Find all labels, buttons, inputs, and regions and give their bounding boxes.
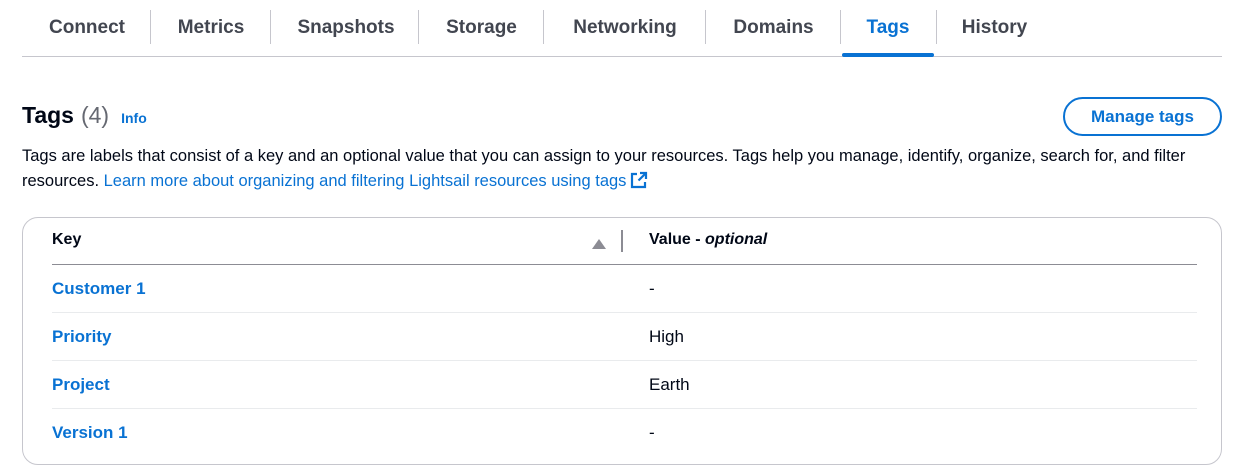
tab-domains[interactable]: Domains xyxy=(711,0,836,56)
table-row: Version 1 - xyxy=(52,409,1197,457)
column-header-value: Value - optional xyxy=(649,231,767,249)
tab-divider xyxy=(936,10,937,44)
tab-metrics[interactable]: Metrics xyxy=(156,0,266,56)
tab-tags[interactable]: Tags xyxy=(842,0,934,57)
tab-storage[interactable]: Storage xyxy=(424,0,539,56)
info-link[interactable]: Info xyxy=(121,110,147,126)
column-resizer[interactable] xyxy=(621,230,623,252)
tag-value: - xyxy=(649,423,655,442)
tag-key-link[interactable]: Project xyxy=(52,375,110,395)
tab-connect[interactable]: Connect xyxy=(27,0,147,56)
column-header-value-optional: optional xyxy=(705,231,768,248)
column-header-value-label: Value - xyxy=(649,231,706,248)
tag-key-link[interactable]: Version 1 xyxy=(52,423,128,443)
tab-divider xyxy=(705,10,706,44)
tags-table: Key Value - optional Customer 1 - Priori… xyxy=(22,217,1222,465)
tab-divider xyxy=(270,10,271,44)
tab-snapshots[interactable]: Snapshots xyxy=(276,0,416,56)
table-header: Key Value - optional xyxy=(52,218,1197,265)
tag-key-link[interactable]: Priority xyxy=(52,327,112,347)
tab-history[interactable]: History xyxy=(942,0,1047,56)
tag-count: (4) xyxy=(80,102,110,128)
page-title: Tags xyxy=(22,102,74,128)
tag-value: High xyxy=(649,327,684,346)
tab-bar: Connect Metrics Snapshots Storage Networ… xyxy=(22,0,1222,57)
external-link-icon xyxy=(630,171,648,197)
tab-divider xyxy=(418,10,419,44)
sort-ascending-icon[interactable] xyxy=(592,236,606,254)
tag-value: - xyxy=(649,279,655,298)
learn-more-link-text: Learn more about organizing and filterin… xyxy=(103,172,627,190)
tag-value: Earth xyxy=(649,375,690,394)
column-header-key[interactable]: Key xyxy=(52,231,81,249)
table-row: Customer 1 - xyxy=(52,265,1197,313)
manage-tags-button[interactable]: Manage tags xyxy=(1063,97,1222,136)
learn-more-link[interactable]: Learn more about organizing and filterin… xyxy=(103,171,649,190)
table-row: Project Earth xyxy=(52,361,1197,409)
tab-divider xyxy=(840,10,841,44)
table-row: Priority High xyxy=(52,313,1197,361)
description: Tags are labels that consist of a key an… xyxy=(22,144,1222,197)
tab-networking[interactable]: Networking xyxy=(549,0,701,56)
tag-key-link[interactable]: Customer 1 xyxy=(52,279,146,299)
section-heading: Tags (4) Info xyxy=(22,102,147,129)
tab-divider xyxy=(543,10,544,44)
tab-divider xyxy=(150,10,151,44)
